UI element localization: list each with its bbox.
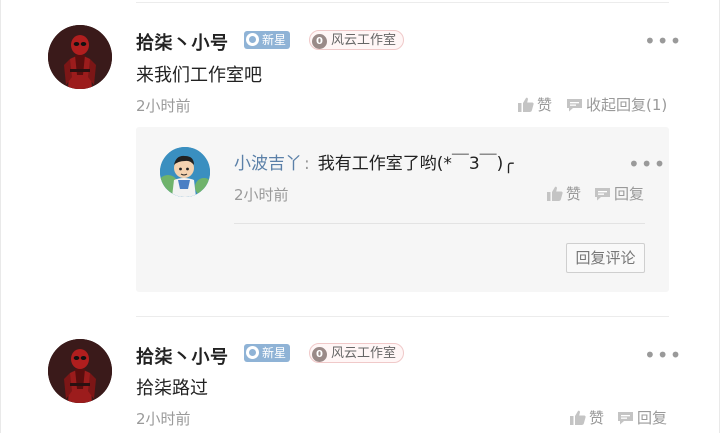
- avatar-deadpool-image: [48, 25, 112, 89]
- reply-avatar[interactable]: [160, 147, 210, 197]
- like-label: 赞: [589, 409, 605, 427]
- username[interactable]: 拾柒丶小号: [136, 29, 229, 55]
- like-label: 赞: [566, 185, 582, 203]
- reply-label: 回复: [637, 409, 668, 427]
- thumbs-up-icon: [570, 410, 586, 425]
- left-border: [0, 0, 1, 433]
- avatar-cartoon-image: [160, 147, 210, 197]
- speech-bubble-icon: [567, 98, 582, 111]
- reply-text: 我有工作室了哟(*￣3￣)╭: [317, 154, 514, 174]
- reply-username[interactable]: 小波吉丫: [234, 154, 302, 174]
- divider-between-comments: [136, 316, 669, 317]
- star-badge-icon: [246, 33, 259, 46]
- avatar[interactable]: [48, 339, 112, 403]
- speech-bubble-icon: [595, 187, 610, 200]
- like-label: 赞: [537, 96, 553, 114]
- badge-new-star: 新星: [244, 344, 291, 362]
- collapse-label: 收起回复(1): [586, 96, 668, 114]
- badge-studio[interactable]: 0 风云工作室: [309, 30, 405, 50]
- badge-new-label: 新星: [262, 346, 287, 360]
- avatar-deadpool-image: [48, 339, 112, 403]
- more-dots-icon[interactable]: •••: [644, 31, 682, 51]
- reply-content: 小波吉丫: 我有工作室了哟(*￣3￣)╭: [234, 149, 514, 174]
- comment-text: 拾柒路过: [136, 378, 208, 399]
- comment-time: 2小时前: [136, 97, 191, 115]
- avatar[interactable]: [48, 25, 112, 89]
- reply-label: 回复: [614, 185, 645, 203]
- reply-comment-button[interactable]: 回复评论: [566, 243, 645, 273]
- divider-top: [136, 2, 669, 3]
- like-button[interactable]: 赞: [518, 94, 552, 115]
- comment-time: 2小时前: [136, 410, 191, 428]
- studio-level: 0: [312, 347, 327, 362]
- studio-name: 风云工作室: [331, 346, 397, 361]
- speech-bubble-icon: [618, 411, 633, 424]
- star-badge-icon: [246, 346, 259, 359]
- more-dots-icon[interactable]: •••: [644, 345, 682, 365]
- collapse-replies-button[interactable]: 收起回复(1): [566, 94, 667, 115]
- reply-like-button[interactable]: 赞: [547, 183, 581, 204]
- reply-divider: [234, 223, 645, 224]
- replies-panel: 小波吉丫: 我有工作室了哟(*￣3￣)╭ ••• 2小时前 赞 回复 回复评论: [136, 127, 669, 292]
- badge-new-label: 新星: [262, 33, 287, 47]
- reply-button[interactable]: 回复: [617, 407, 667, 428]
- comment-text: 来我们工作室吧: [136, 65, 262, 86]
- reply-reply-button[interactable]: 回复: [594, 183, 644, 204]
- like-button[interactable]: 赞: [570, 407, 604, 428]
- badge-new-star: 新星: [244, 31, 291, 49]
- reply-time: 2小时前: [234, 186, 289, 204]
- badge-studio[interactable]: 0 风云工作室: [309, 343, 405, 363]
- reply-colon: :: [304, 154, 310, 174]
- studio-name: 风云工作室: [331, 33, 397, 48]
- thumbs-up-icon: [518, 97, 534, 112]
- more-dots-icon[interactable]: •••: [628, 154, 666, 174]
- studio-level: 0: [312, 34, 327, 49]
- username[interactable]: 拾柒丶小号: [136, 343, 229, 369]
- thumbs-up-icon: [547, 186, 563, 201]
